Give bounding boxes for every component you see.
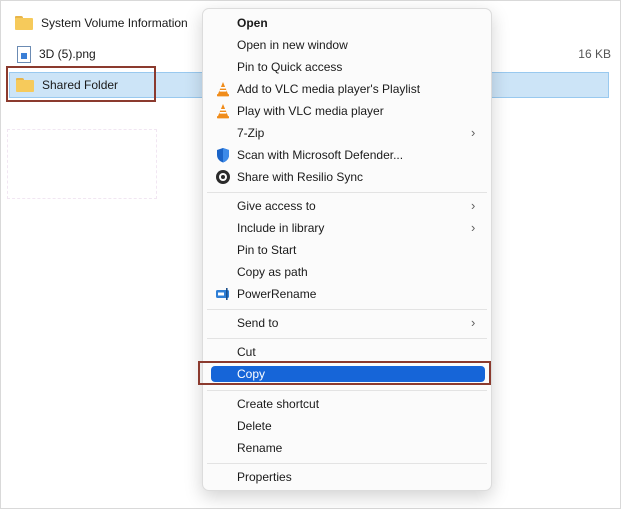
menu-item-pin-quick-access[interactable]: Pin to Quick access — [207, 56, 487, 78]
vlc-icon — [217, 104, 229, 119]
defender-icon — [217, 148, 229, 163]
menu-item-label: Open — [237, 16, 268, 30]
menu-item-label: PowerRename — [237, 287, 317, 301]
menu-item-label: Scan with Microsoft Defender... — [237, 148, 404, 162]
menu-item-vlc-playlist[interactable]: Add to VLC media player's Playlist — [207, 78, 487, 100]
folder-icon — [16, 78, 34, 92]
menu-item-open-new-window[interactable]: Open in new window — [207, 34, 487, 56]
menu-item-label: Copy — [237, 367, 266, 381]
menu-item-label: Play with VLC media player — [237, 104, 384, 118]
menu-separator — [207, 338, 487, 339]
menu-separator — [207, 463, 487, 464]
chevron-right-icon: › — [471, 315, 476, 330]
context-menu: Open Open in new window Pin to Quick acc… — [202, 8, 492, 491]
menu-item-label: Send to — [237, 316, 279, 330]
menu-item-send-to[interactable]: Send to › — [207, 312, 487, 334]
menu-item-create-shortcut[interactable]: Create shortcut — [207, 393, 487, 415]
menu-item-resilio[interactable]: Share with Resilio Sync — [207, 166, 487, 188]
menu-item-label: 7-Zip — [237, 126, 265, 140]
menu-item-powerrename[interactable]: PowerRename — [207, 283, 487, 305]
menu-item-label: Copy as path — [237, 265, 308, 279]
menu-item-defender[interactable]: Scan with Microsoft Defender... — [207, 144, 487, 166]
menu-item-rename[interactable]: Rename — [207, 437, 487, 459]
drag-ghost — [7, 129, 157, 199]
file-name: 3D (5).png — [39, 47, 96, 61]
menu-separator — [207, 192, 487, 193]
menu-item-label: Delete — [237, 419, 272, 433]
menu-separator — [207, 309, 487, 310]
file-size: 16 KB — [578, 47, 611, 61]
menu-item-label: Open in new window — [237, 38, 348, 52]
vlc-icon — [217, 82, 229, 97]
menu-item-label: Properties — [237, 470, 292, 484]
menu-item-include-library[interactable]: Include in library › — [207, 217, 487, 239]
menu-item-label: Cut — [237, 345, 256, 359]
menu-item-7zip[interactable]: 7-Zip › — [207, 122, 487, 144]
menu-item-label: Rename — [237, 441, 283, 455]
menu-item-label: Include in library — [237, 221, 325, 235]
menu-item-open[interactable]: Open — [207, 12, 487, 34]
menu-item-label: Create shortcut — [237, 397, 320, 411]
menu-item-copy-as-path[interactable]: Copy as path — [207, 261, 487, 283]
explorer-window: System Volume Information 3D (5).png 16 … — [0, 0, 621, 509]
powerrename-icon — [216, 288, 229, 300]
menu-item-cut[interactable]: Cut — [207, 341, 487, 363]
menu-item-label: Add to VLC media player's Playlist — [237, 82, 421, 96]
chevron-right-icon: › — [471, 125, 476, 140]
image-file-icon — [17, 45, 31, 63]
menu-separator — [207, 390, 487, 391]
chevron-right-icon: › — [471, 198, 476, 213]
resilio-icon — [216, 170, 230, 184]
menu-item-give-access[interactable]: Give access to › — [207, 195, 487, 217]
file-name: Shared Folder — [42, 78, 119, 92]
menu-item-label: Share with Resilio Sync — [237, 170, 364, 184]
menu-item-copy[interactable]: Copy — [211, 366, 485, 382]
chevron-right-icon: › — [471, 220, 476, 235]
folder-icon — [15, 16, 33, 30]
menu-item-label: Give access to — [237, 199, 316, 213]
file-name: System Volume Information — [41, 16, 188, 30]
menu-item-properties[interactable]: Properties — [207, 466, 487, 488]
menu-item-label: Pin to Start — [237, 243, 297, 257]
menu-item-pin-start[interactable]: Pin to Start — [207, 239, 487, 261]
menu-item-vlc-play[interactable]: Play with VLC media player — [207, 100, 487, 122]
menu-item-delete[interactable]: Delete — [207, 415, 487, 437]
menu-item-label: Pin to Quick access — [237, 60, 343, 74]
